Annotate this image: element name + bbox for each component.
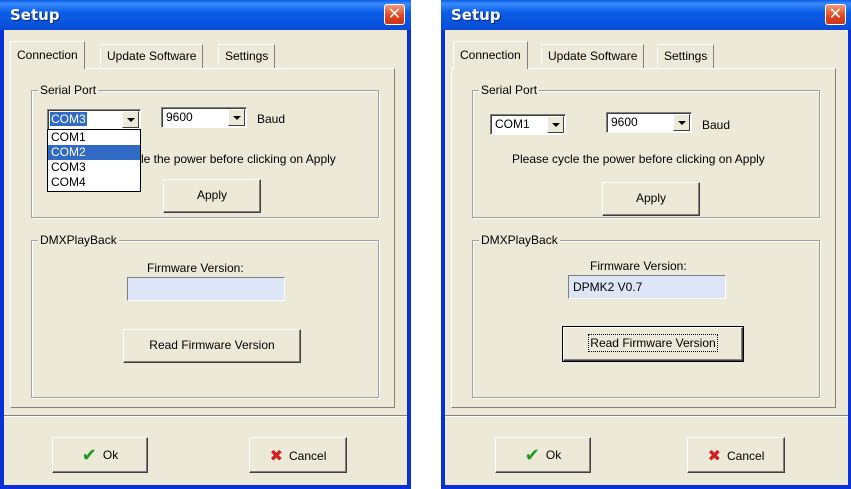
ok-button-label: Ok [545,448,562,462]
read-firmware-button-label: Read Firmware Version [588,334,718,352]
baud-select[interactable]: 9600 [606,112,692,133]
x-icon: ✖ [269,448,284,465]
port-option[interactable]: COM4 [48,175,140,190]
title-bar[interactable]: Setup ✕ [0,0,411,30]
apply-button-label: Apply [635,191,667,205]
read-firmware-button[interactable]: Read Firmware Version [562,326,744,362]
port-select[interactable]: COM1 [490,114,566,135]
firmware-version-label: Firmware Version: [590,259,687,273]
setup-dialog-left: Setup ✕ Connection Update Software Setti… [0,0,411,489]
ok-button-label: Ok [102,448,119,462]
port-select-value: COM3 [50,112,87,126]
footer-divider [445,415,848,417]
tab-connection[interactable]: Connection [10,41,85,69]
read-firmware-button-label: Read Firmware Version [149,338,275,352]
baud-label: Baud [257,112,286,126]
read-firmware-button[interactable]: Read Firmware Version [123,329,301,363]
ok-button[interactable]: ✔ Ok [52,437,148,473]
port-select[interactable]: COM3 [47,109,141,130]
port-option-highlighted[interactable]: COM2 [48,145,140,160]
tab-update-software[interactable]: Update Software [100,44,204,68]
tab-connection[interactable]: Connection [453,41,528,69]
setup-dialog-right: Setup ✕ Connection Update Software Setti… [441,0,851,489]
firmware-version-field[interactable] [127,277,285,301]
apply-button[interactable]: Apply [163,179,261,213]
connection-panel: Serial Port COM3 9600 Baud cle the power… [10,68,395,408]
chevron-down-icon[interactable] [547,116,564,133]
baud-select-value: 9600 [611,115,638,129]
firmware-version-label: Firmware Version: [147,261,244,275]
tab-settings[interactable]: Settings [657,44,715,68]
baud-label: Baud [702,118,731,132]
window-title: Setup [10,6,60,24]
chevron-down-icon[interactable] [228,109,245,126]
window-title: Setup [451,6,501,24]
firmware-version-field[interactable]: DPMK2 V0.7 [568,275,726,299]
ok-button[interactable]: ✔ Ok [495,437,591,473]
tab-update-software[interactable]: Update Software [541,44,645,68]
dmx-playback-label: DMXPlayBack [479,233,560,247]
power-cycle-instruction: cle the power before clicking on Apply [135,152,336,166]
baud-select[interactable]: 9600 [161,107,247,128]
chevron-down-icon[interactable] [673,114,690,131]
title-bar[interactable]: Setup ✕ [441,0,851,30]
tab-settings[interactable]: Settings [218,44,276,68]
cancel-button-label: Cancel [727,449,765,463]
cancel-button[interactable]: ✖ Cancel [687,437,785,473]
footer-divider [4,415,407,417]
serial-port-label: Serial Port [479,83,540,97]
apply-button[interactable]: Apply [602,182,700,216]
cancel-button[interactable]: ✖ Cancel [249,437,347,473]
port-option[interactable]: COM1 [48,130,140,145]
firmware-version-value: DPMK2 V0.7 [573,280,643,294]
port-select-value: COM1 [495,117,530,131]
chevron-down-icon[interactable] [122,111,139,128]
baud-select-value: 9600 [166,110,193,124]
serial-port-label: Serial Port [38,83,99,97]
apply-button-label: Apply [196,188,228,202]
port-dropdown-list[interactable]: COM1 COM2 COM3 COM4 [47,129,141,192]
check-icon: ✔ [524,445,540,465]
check-icon: ✔ [81,445,97,465]
port-option[interactable]: COM3 [48,160,140,175]
power-cycle-instruction: Please cycle the power before clicking o… [512,152,765,166]
close-icon[interactable]: ✕ [384,4,405,25]
connection-panel: Serial Port COM1 9600 Baud Please cycle … [451,68,836,408]
dmx-playback-label: DMXPlayBack [38,233,119,247]
x-icon: ✖ [707,448,722,465]
close-icon[interactable]: ✕ [825,4,846,25]
cancel-button-label: Cancel [289,449,327,463]
